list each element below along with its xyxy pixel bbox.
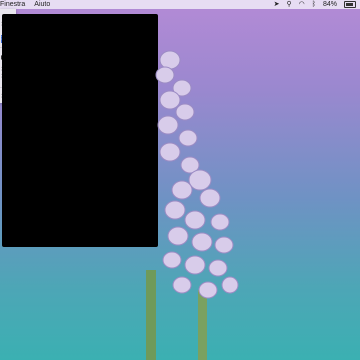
menu-bar: Finestra Aiuto ➤ ⚲ ◠ ᛒ 84% (0, 0, 360, 9)
black-app-window[interactable] (2, 14, 158, 247)
microphone-icon[interactable]: ⚲ (287, 0, 292, 9)
wallpaper-flower (146, 50, 239, 360)
menu-finestra[interactable]: Finestra (0, 0, 25, 9)
bluetooth-icon[interactable]: ᛒ (312, 0, 316, 9)
battery-percent[interactable]: 84% (323, 0, 337, 9)
status-area: ➤ ⚲ ◠ ᛒ 84% (267, 0, 356, 9)
battery-icon[interactable] (344, 1, 356, 8)
menu-aiuto[interactable]: Aiuto (34, 0, 50, 9)
wifi-icon[interactable]: ◠ (299, 0, 305, 9)
location-icon[interactable]: ➤ (274, 0, 280, 9)
